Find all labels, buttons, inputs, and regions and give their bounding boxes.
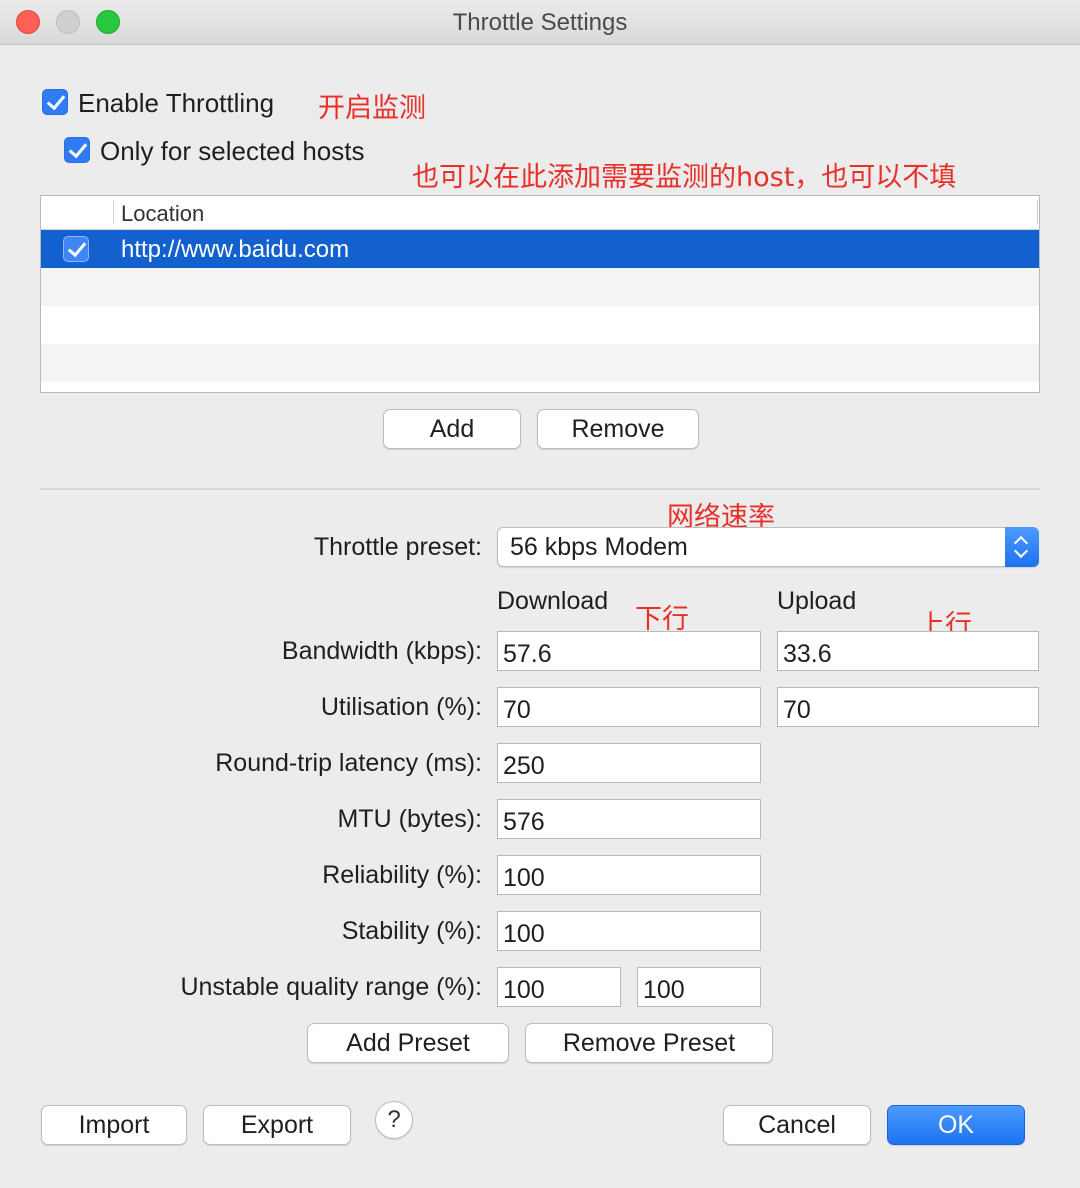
ok-button[interactable]: OK	[887, 1105, 1025, 1145]
utilisation-label: Utilisation (%):	[320, 693, 482, 721]
download-header: Download	[497, 587, 609, 615]
unstable-range-max-input[interactable]	[637, 967, 761, 1007]
row-enabled-checkbox[interactable]	[63, 236, 89, 262]
remove-host-button[interactable]: Remove	[537, 409, 699, 449]
bandwidth-download-input[interactable]	[497, 631, 761, 671]
bandwidth-upload-input[interactable]	[777, 631, 1039, 671]
hosts-table[interactable]: Location http://www.baidu.com	[40, 195, 1040, 393]
column-divider	[1037, 200, 1038, 224]
checkmark-icon	[46, 90, 66, 111]
throttle-preset-select[interactable]: 56 kbps Modem	[497, 527, 1039, 567]
column-divider	[113, 200, 114, 224]
checkmark-icon	[67, 237, 87, 258]
utilisation-upload-input[interactable]	[777, 687, 1039, 727]
throttle-preset-label: Throttle preset:	[313, 533, 482, 561]
bandwidth-label: Bandwidth (kbps):	[281, 637, 482, 665]
window-title: Throttle Settings	[452, 9, 628, 36]
annotation-hosts: 也可以在此添加需要监测的host，也可以不填	[412, 162, 957, 193]
title-bar: Throttle Settings	[0, 0, 1080, 45]
reliability-label: Reliability (%):	[322, 861, 482, 889]
section-divider	[40, 488, 1040, 490]
checkmark-icon	[68, 138, 88, 159]
only-selected-hosts-checkbox[interactable]	[64, 137, 90, 163]
upload-header: Upload	[777, 587, 857, 615]
enable-throttling-label[interactable]: Enable Throttling	[78, 88, 274, 119]
table-header: Location	[41, 196, 1039, 230]
updown-chevron-icon[interactable]	[1005, 527, 1039, 567]
import-button[interactable]: Import	[41, 1105, 187, 1145]
add-preset-button[interactable]: Add Preset	[307, 1023, 509, 1063]
help-button[interactable]: ?	[375, 1101, 413, 1139]
enable-throttling-checkbox[interactable]	[42, 89, 68, 115]
reliability-input[interactable]	[497, 855, 761, 895]
only-selected-hosts-label[interactable]: Only for selected hosts	[100, 136, 364, 167]
annotation-enable: 开启监测	[318, 93, 426, 124]
table-row-empty	[41, 306, 1039, 344]
unstable-range-min-input[interactable]	[497, 967, 621, 1007]
mtu-label: MTU (bytes):	[337, 805, 482, 833]
stability-input[interactable]	[497, 911, 761, 951]
cancel-button[interactable]: Cancel	[723, 1105, 871, 1145]
stability-label: Stability (%):	[341, 917, 482, 945]
column-header-location[interactable]: Location	[121, 201, 204, 227]
table-row[interactable]: http://www.baidu.com	[41, 230, 1039, 268]
table-row-empty	[41, 268, 1039, 306]
latency-label: Round-trip latency (ms):	[215, 749, 482, 777]
utilisation-download-input[interactable]	[497, 687, 761, 727]
row-location: http://www.baidu.com	[121, 236, 350, 263]
throttle-preset-value: 56 kbps Modem	[510, 533, 688, 561]
add-host-button[interactable]: Add	[383, 409, 521, 449]
remove-preset-button[interactable]: Remove Preset	[525, 1023, 773, 1063]
mtu-input[interactable]	[497, 799, 761, 839]
export-button[interactable]: Export	[203, 1105, 351, 1145]
table-row-empty	[41, 344, 1039, 382]
latency-input[interactable]	[497, 743, 761, 783]
unstable-range-label: Unstable quality range (%):	[180, 973, 482, 1001]
